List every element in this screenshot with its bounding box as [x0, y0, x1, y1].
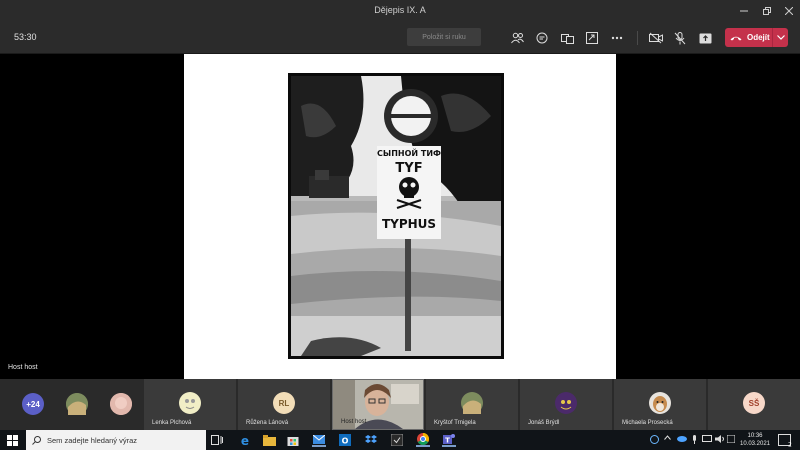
participant-tile[interactable]: SŠ	[708, 379, 800, 430]
shared-content-stage: СЫПНОЙ ТИФ TYF TYPHUS Host host	[0, 54, 800, 379]
shared-slide: СЫПНОЙ ТИФ TYF TYPHUS	[184, 54, 616, 379]
taskbar-clock[interactable]: 10:36 10.03.2021	[738, 432, 772, 448]
restore-icon[interactable]	[756, 0, 778, 22]
clock-time: 10:36	[747, 433, 763, 439]
search-placeholder: Sem zadejte hledaný výraz	[47, 435, 138, 445]
window-title: Dějepis IX. A	[374, 5, 426, 15]
mail-icon[interactable]	[312, 433, 326, 447]
people-icon[interactable]	[510, 31, 524, 45]
outlook-icon[interactable]: O	[338, 433, 352, 447]
participant-tile[interactable]: Michaela Prosecká	[614, 379, 706, 430]
more-icon[interactable]	[610, 31, 624, 45]
windows-start-icon[interactable]	[5, 433, 19, 447]
minimize-icon[interactable]	[733, 0, 755, 22]
participant-name: Lenka Plchová	[152, 420, 192, 426]
avatar	[179, 392, 201, 414]
presenter-label: Host host	[8, 364, 38, 371]
avatar-initials: RL	[273, 392, 295, 414]
meeting-timer: 53:30	[14, 32, 37, 42]
avatar	[66, 393, 88, 415]
file-explorer-icon[interactable]	[262, 433, 276, 447]
participant-video-tile[interactable]: Host host	[332, 379, 424, 430]
notification-center-icon[interactable]: 2	[778, 433, 792, 449]
weather-icon[interactable]	[650, 435, 659, 446]
participant-name: Host host	[341, 419, 367, 425]
task-view-icon[interactable]	[210, 433, 224, 447]
clock-date: 10.03.2021	[739, 441, 771, 447]
volume-icon[interactable]	[715, 435, 725, 445]
close-icon[interactable]	[778, 0, 800, 22]
search-icon	[32, 435, 41, 445]
mic-off-icon[interactable]	[673, 31, 687, 45]
mic-tray-icon[interactable]	[691, 435, 698, 446]
typhus-sign-photo: СЫПНОЙ ТИФ TYF TYPHUS	[288, 73, 504, 359]
participant-name: Michaela Prosecká	[622, 420, 673, 426]
participant-name: Jonáš Brýdl	[528, 420, 560, 426]
participant-tile[interactable]: Lenka Plchová	[144, 379, 236, 430]
phone-hangup-icon	[725, 35, 747, 41]
camera-off-icon[interactable]	[649, 31, 663, 45]
store-icon[interactable]	[286, 433, 300, 447]
language-icon[interactable]	[726, 434, 736, 445]
avatar	[461, 392, 483, 414]
network-icon[interactable]	[702, 435, 712, 445]
raise-hand-button[interactable]: Položit si ruku	[407, 28, 481, 46]
chat-icon[interactable]	[535, 31, 549, 45]
title-bar: Dějepis IX. A	[0, 0, 800, 22]
toolbar-divider	[637, 31, 638, 45]
sign-line-czech: TYF	[395, 161, 422, 176]
dropbox-icon[interactable]	[364, 433, 378, 447]
share-tray-icon[interactable]	[585, 31, 599, 45]
avatar	[649, 392, 671, 414]
app-icon[interactable]	[390, 433, 404, 447]
teams-icon[interactable]: T	[442, 433, 456, 447]
avatar	[555, 392, 577, 414]
overflow-count: +24	[22, 393, 44, 415]
onedrive-icon[interactable]	[676, 435, 687, 444]
participant-tile[interactable]: Jonáš Brýdl	[520, 379, 612, 430]
taskbar-search-box[interactable]: Sem zadejte hledaný výraz	[26, 430, 206, 450]
leave-button[interactable]: Odejít	[725, 28, 788, 47]
share-icon[interactable]	[698, 31, 712, 45]
overflow-participants[interactable]: +24	[14, 379, 54, 430]
svg-text:e: e	[241, 434, 249, 446]
meeting-toolbar: 53:30 Položit si ruku Odejít	[0, 22, 800, 54]
participant-tile[interactable]	[102, 379, 142, 430]
avatar-initials: SŠ	[743, 392, 765, 414]
chevron-up-icon[interactable]	[664, 435, 671, 442]
svg-text:T: T	[445, 437, 450, 445]
participant-tile[interactable]: RL Růžena Lánová	[238, 379, 330, 430]
sign-line-russian: СЫПНОЙ ТИФ	[377, 147, 441, 158]
participant-tile[interactable]	[58, 379, 100, 430]
leave-label: Odejít	[747, 33, 770, 42]
notification-count: 2	[788, 442, 792, 448]
sign-line-german: TYPHUS	[382, 217, 436, 231]
participant-name: Růžena Lánová	[246, 420, 289, 426]
rooms-icon[interactable]	[560, 31, 574, 45]
edge-icon[interactable]: e	[238, 433, 252, 447]
svg-text:O: O	[342, 437, 349, 446]
participant-name: Kryštof Trnigela	[434, 420, 476, 426]
chrome-icon[interactable]	[416, 433, 430, 447]
taskbar: Sem zadejte hledaný výraz e O T 10:36 10…	[0, 430, 800, 450]
avatar	[110, 393, 132, 415]
participant-strip: +24 Lenka Plchová RL Růžena Lánová Host …	[0, 379, 800, 430]
participant-tile[interactable]: Kryštof Trnigela	[426, 379, 518, 430]
chevron-down-icon[interactable]	[772, 28, 788, 47]
